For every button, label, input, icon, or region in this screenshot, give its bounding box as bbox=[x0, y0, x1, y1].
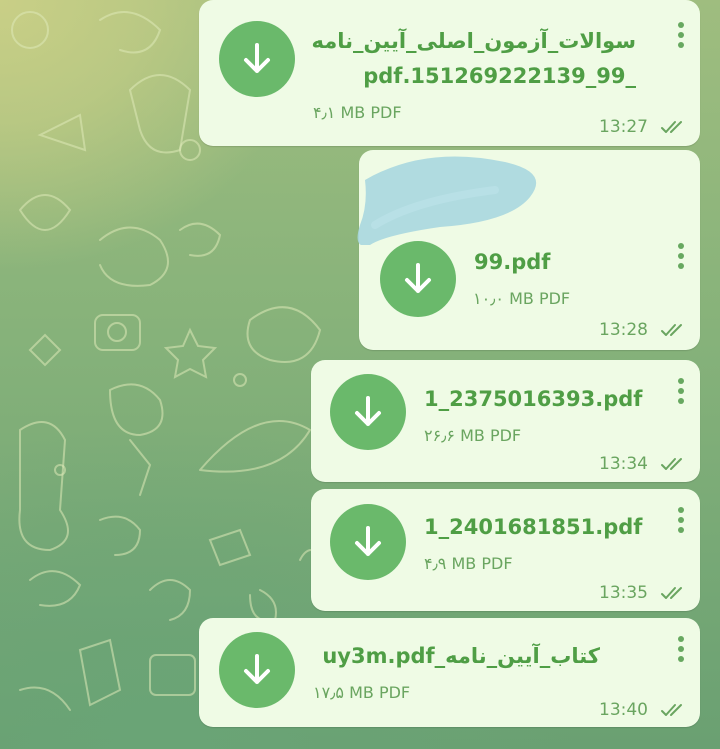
message-time: 13:28 bbox=[599, 320, 648, 340]
file-size: ۲۶٫۶ MB PDF bbox=[424, 426, 522, 445]
double-check-icon bbox=[661, 704, 682, 716]
message-time: 13:35 bbox=[599, 583, 648, 603]
message-time: 13:27 bbox=[599, 117, 648, 137]
download-icon bbox=[355, 526, 381, 556]
file-message-bubble[interactable]: 1_2401681851.pdf ۴٫۹ MB PDF 13:35 bbox=[311, 489, 700, 611]
more-options-icon[interactable] bbox=[673, 378, 689, 410]
double-check-icon bbox=[661, 458, 682, 470]
more-options-icon[interactable] bbox=[673, 636, 689, 668]
file-message-bubble[interactable]: 1_2375016393.pdf ۲۶٫۶ MB PDF 13:34 bbox=[311, 360, 700, 482]
download-button[interactable] bbox=[219, 21, 295, 97]
file-name-line1: سوالات_آزمون_اصلی_آیین_نامه bbox=[311, 29, 636, 53]
file-name: 99.pdf bbox=[474, 250, 551, 274]
message-time: 13:34 bbox=[599, 454, 648, 474]
download-button[interactable] bbox=[219, 632, 295, 708]
download-icon bbox=[244, 654, 270, 684]
redaction-scribble bbox=[357, 156, 537, 245]
double-check-icon bbox=[661, 324, 682, 336]
file-name-line2: _99_151269222139.pdf bbox=[363, 64, 636, 88]
download-icon bbox=[244, 43, 270, 73]
more-options-icon[interactable] bbox=[673, 507, 689, 539]
file-name: 1_2375016393.pdf bbox=[424, 387, 643, 411]
file-size: ۱۰٫۰ MB PDF bbox=[473, 289, 571, 308]
file-message-bubble[interactable]: 99.pdf ۱۰٫۰ MB PDF 13:28 bbox=[357, 150, 700, 350]
file-size: ۴٫۹ MB PDF bbox=[424, 554, 513, 573]
file-size: ۴٫۱ MB PDF bbox=[313, 103, 402, 122]
double-check-icon bbox=[661, 587, 682, 599]
more-options-icon[interactable] bbox=[673, 22, 689, 54]
download-button[interactable] bbox=[380, 241, 456, 317]
more-options-icon[interactable] bbox=[673, 243, 689, 275]
file-name: کتاب_آیین_نامه_uy3m.pdf bbox=[322, 644, 600, 668]
double-check-icon bbox=[661, 121, 682, 133]
message-time: 13:40 bbox=[599, 700, 648, 720]
file-message-bubble[interactable]: سوالات_آزمون_اصلی_آیین_نامه _99_15126922… bbox=[199, 0, 700, 146]
download-button[interactable] bbox=[330, 504, 406, 580]
download-icon bbox=[405, 263, 431, 293]
file-message-bubble[interactable]: کتاب_آیین_نامه_uy3m.pdf ۱۷٫۵ MB PDF 13:4… bbox=[199, 618, 700, 727]
file-size: ۱۷٫۵ MB PDF bbox=[313, 683, 411, 702]
file-name: 1_2401681851.pdf bbox=[424, 515, 643, 539]
download-button[interactable] bbox=[330, 374, 406, 450]
download-icon bbox=[355, 396, 381, 426]
